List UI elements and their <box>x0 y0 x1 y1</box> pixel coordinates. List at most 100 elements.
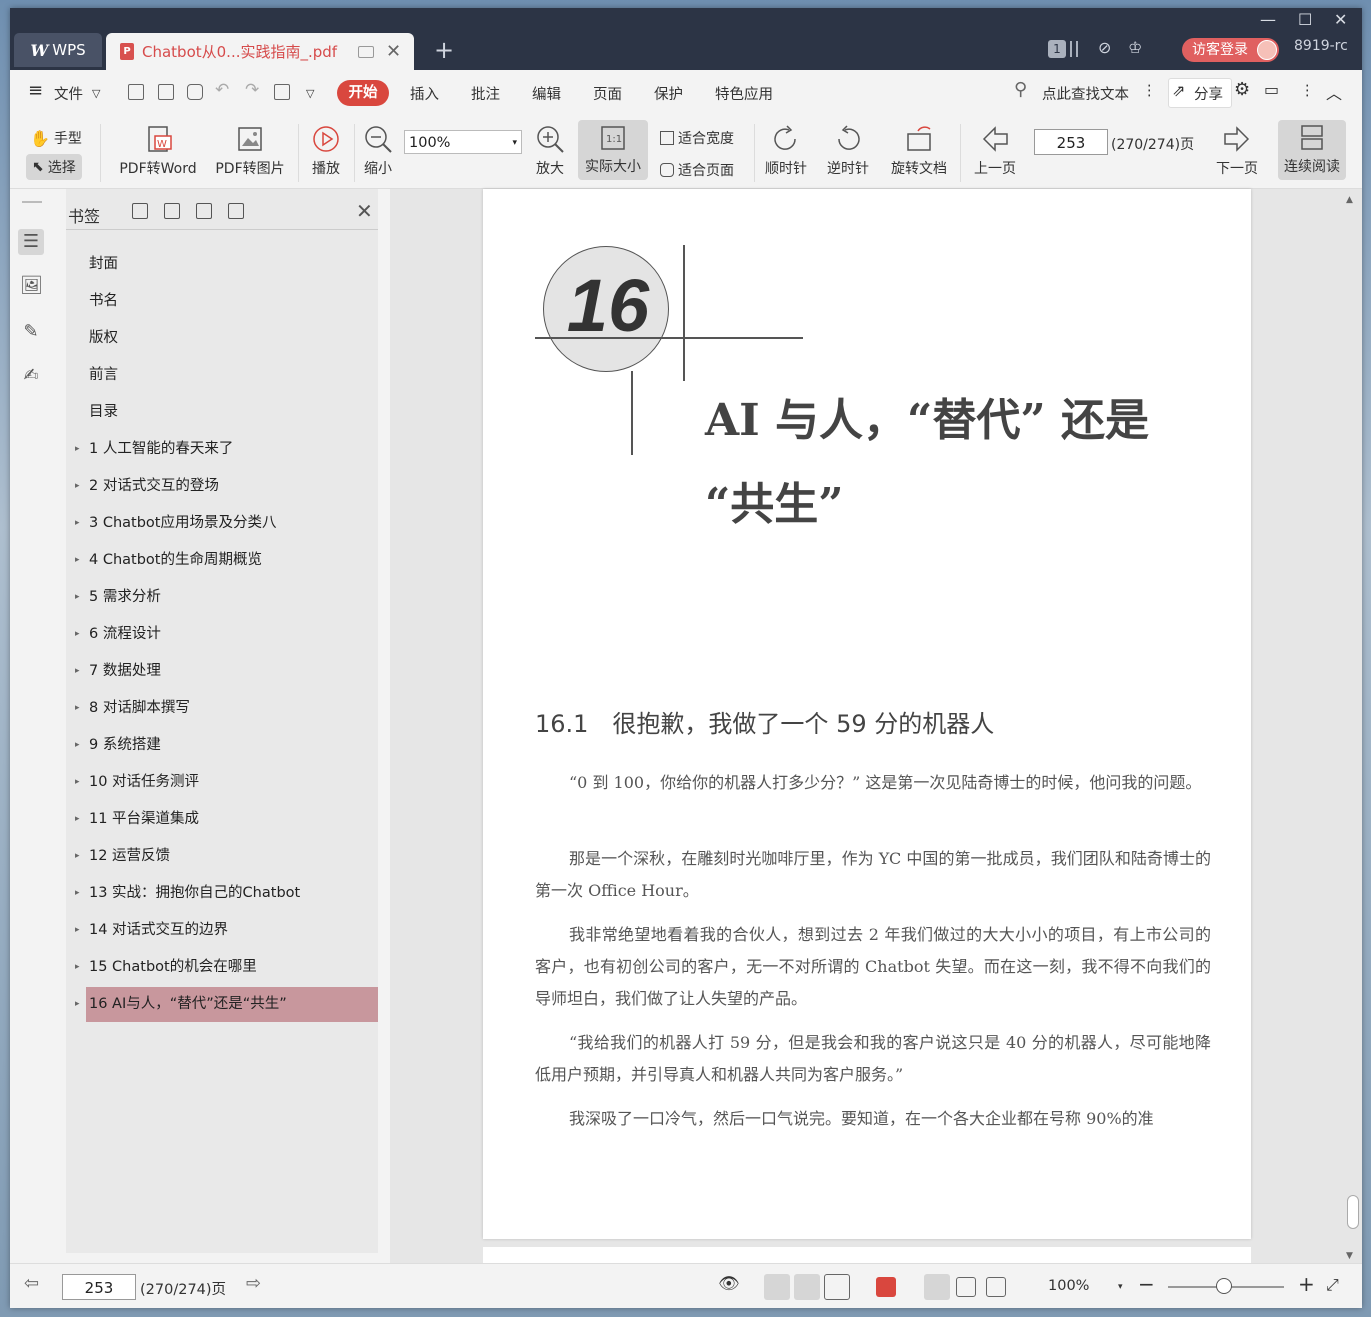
new-tab-plus-icon[interactable]: + <box>434 36 454 64</box>
bookmark-item[interactable]: 封面 <box>86 247 378 282</box>
prev-page-arrow-icon[interactable]: ⇦ <box>24 1273 39 1294</box>
status-page-input[interactable]: 253 <box>62 1274 136 1300</box>
redo-icon[interactable]: ↷ <box>245 80 259 100</box>
expand-arrow-icon[interactable]: ▸ <box>75 839 80 874</box>
visitor-login-button[interactable]: 访客登录 <box>1182 38 1279 62</box>
document-tab[interactable]: P Chatbot从0...实践指南_.pdf ✕ <box>106 33 414 70</box>
thumbnail-icon[interactable]: 🖼 <box>20 275 43 297</box>
expand-arrow-icon[interactable]: ▸ <box>75 802 80 837</box>
play-slideshow-button[interactable] <box>876 1277 896 1297</box>
annotation-icon[interactable]: ✎ <box>20 321 42 343</box>
bookmark-item[interactable]: ▸ 11 平台渠道集成 <box>75 802 378 837</box>
play-button[interactable]: 播放 <box>306 124 346 178</box>
bookmark-item[interactable]: ▸ 7 数据处理 <box>75 654 378 689</box>
expand-all-icon[interactable] <box>132 203 148 219</box>
collapse-all-icon[interactable] <box>164 203 180 219</box>
scroll-down-icon[interactable]: ▼ <box>1346 1251 1353 1261</box>
rotate-clockwise-button[interactable]: 顺时针 <box>762 124 810 178</box>
zoom-select[interactable]: 100% ▾ <box>404 130 522 154</box>
undo-icon[interactable]: ↶ <box>215 80 229 100</box>
document-viewport[interactable]: 16 AI 与人，“替代” 还是 “共生” 16.1 很抱歉，我做了一个 59 … <box>390 189 1362 1277</box>
window-count-badge[interactable]: 1 <box>1048 40 1066 58</box>
drag-handle[interactable] <box>22 201 42 203</box>
bookmark-item[interactable]: 书名 <box>86 284 378 319</box>
expand-arrow-icon[interactable]: ▸ <box>75 580 80 615</box>
zoom-plus-icon[interactable]: + <box>1298 1272 1315 1296</box>
pdf-to-image-button[interactable]: PDF转图片 <box>212 124 288 178</box>
page-number-input[interactable]: 253 <box>1034 129 1108 155</box>
sync-icon[interactable]: ⊘ <box>1098 38 1111 57</box>
open-folder-icon[interactable] <box>128 84 144 100</box>
wps-home-tab[interactable]: W WPS <box>14 33 102 67</box>
expand-arrow-icon[interactable]: ▸ <box>75 432 80 467</box>
eye-protection-icon[interactable]: 👁 <box>718 1274 740 1294</box>
more-quick-icon[interactable]: ▽ <box>306 87 314 100</box>
maximize-icon[interactable]: ☐ <box>1298 10 1312 29</box>
actual-size-status-button[interactable] <box>924 1274 950 1300</box>
expand-arrow-icon[interactable]: ▸ <box>75 765 80 800</box>
bookmark-item[interactable]: ▸ 12 运营反馈 <box>75 839 378 874</box>
skin-icon[interactable]: ♔ <box>1128 38 1142 57</box>
signature-icon[interactable]: ✍ <box>20 365 42 387</box>
search-icon[interactable]: ⚲ <box>1014 79 1027 100</box>
minimize-icon[interactable]: — <box>1260 10 1276 29</box>
status-zoom-value[interactable]: 100% <box>1048 1278 1089 1294</box>
bookmark-panel-icon[interactable]: ☰ <box>18 229 44 255</box>
rotate-counterclockwise-button[interactable]: 逆时针 <box>824 124 872 178</box>
rotate-document-button[interactable]: 旋转文档 <box>886 124 952 178</box>
expand-arrow-icon[interactable]: ▸ <box>75 691 80 726</box>
bookmark-item[interactable]: ▸ 14 对话式交互的边界 <box>75 913 378 948</box>
two-page-mode-button[interactable] <box>824 1274 850 1300</box>
add-bookmark-icon[interactable] <box>196 203 212 219</box>
bookmark-item[interactable]: ▸ 16 AI与人，“替代”还是“共生” <box>75 987 378 1022</box>
expand-arrow-icon[interactable]: ▸ <box>75 506 80 541</box>
bookmark-item[interactable]: ▸ 1 人工智能的春天来了 <box>75 432 378 467</box>
single-page-mode-button[interactable] <box>764 1274 790 1300</box>
comment-icon[interactable]: ▭ <box>1264 80 1279 99</box>
close-panel-icon[interactable]: ✕ <box>356 199 373 223</box>
bookmark-item[interactable]: ▸ 6 流程设计 <box>75 617 378 652</box>
fit-page-button[interactable]: 适合页面 <box>660 160 734 180</box>
zoom-slider-knob[interactable] <box>1216 1278 1232 1294</box>
hamburger-icon[interactable]: ≡ <box>28 80 43 101</box>
chevron-down-icon[interactable]: ▽ <box>92 87 100 100</box>
zoom-minus-icon[interactable]: − <box>1138 1272 1155 1296</box>
close-tab-icon[interactable]: ✕ <box>386 41 401 62</box>
scrollbar-thumb[interactable] <box>1347 1195 1359 1229</box>
tab-comment[interactable]: 批注 <box>471 83 500 104</box>
zoom-in-button[interactable]: 放大 <box>532 124 568 178</box>
zoom-out-button[interactable]: 缩小 <box>360 124 396 178</box>
fit-width-button[interactable]: 适合宽度 <box>660 128 734 148</box>
bookmark-item[interactable]: ▸ 13 实战：拥抱你自己的Chatbot <box>75 876 378 911</box>
bookmark-item[interactable]: 目录 <box>86 395 378 430</box>
save-icon[interactable] <box>158 84 174 100</box>
continuous-reading-button[interactable]: 连续阅读 <box>1278 120 1346 180</box>
bookmark-item[interactable]: ▸ 2 对话式交互的登场 <box>75 469 378 504</box>
expand-arrow-icon[interactable]: ▸ <box>75 913 80 948</box>
tab-page[interactable]: 页面 <box>593 83 622 104</box>
hand-tool-button[interactable]: ✋ 手型 <box>30 128 82 148</box>
bookmark-item[interactable]: ▸ 9 系统搭建 <box>75 728 378 763</box>
fit-width-status-button[interactable] <box>986 1277 1006 1297</box>
next-page-button[interactable]: 下一页 <box>1212 124 1262 178</box>
tab-special[interactable]: 特色应用 <box>715 83 773 104</box>
tab-edit[interactable]: 编辑 <box>532 83 561 104</box>
bookmark-item[interactable]: ▸ 15 Chatbot的机会在哪里 <box>75 950 378 985</box>
pdf-to-word-button[interactable]: W PDF转Word <box>112 124 204 178</box>
fit-page-status-button[interactable] <box>956 1277 976 1297</box>
tab-start[interactable]: 开始 <box>337 80 389 106</box>
bookmark-item[interactable]: ▸ 10 对话任务测评 <box>75 765 378 800</box>
expand-arrow-icon[interactable]: ▸ <box>75 617 80 652</box>
more-icon[interactable]: ⋮ <box>1300 83 1315 99</box>
fullscreen-icon[interactable]: ⤢ <box>1326 1275 1339 1295</box>
expand-arrow-icon[interactable]: ▸ <box>75 469 80 504</box>
tab-protect[interactable]: 保护 <box>654 83 683 104</box>
expand-arrow-icon[interactable]: ▸ <box>75 950 80 985</box>
gear-icon[interactable]: ⚙ <box>1234 79 1250 100</box>
bookmark-item[interactable]: ▸ 5 需求分析 <box>75 580 378 615</box>
pin-icon[interactable] <box>358 45 374 58</box>
chevron-down-icon[interactable]: ▾ <box>1118 1282 1123 1292</box>
expand-arrow-icon[interactable]: ▸ <box>75 543 80 578</box>
search-text-button[interactable]: 点此查找文本 <box>1042 83 1129 104</box>
expand-arrow-icon[interactable]: ▸ <box>75 987 80 1022</box>
